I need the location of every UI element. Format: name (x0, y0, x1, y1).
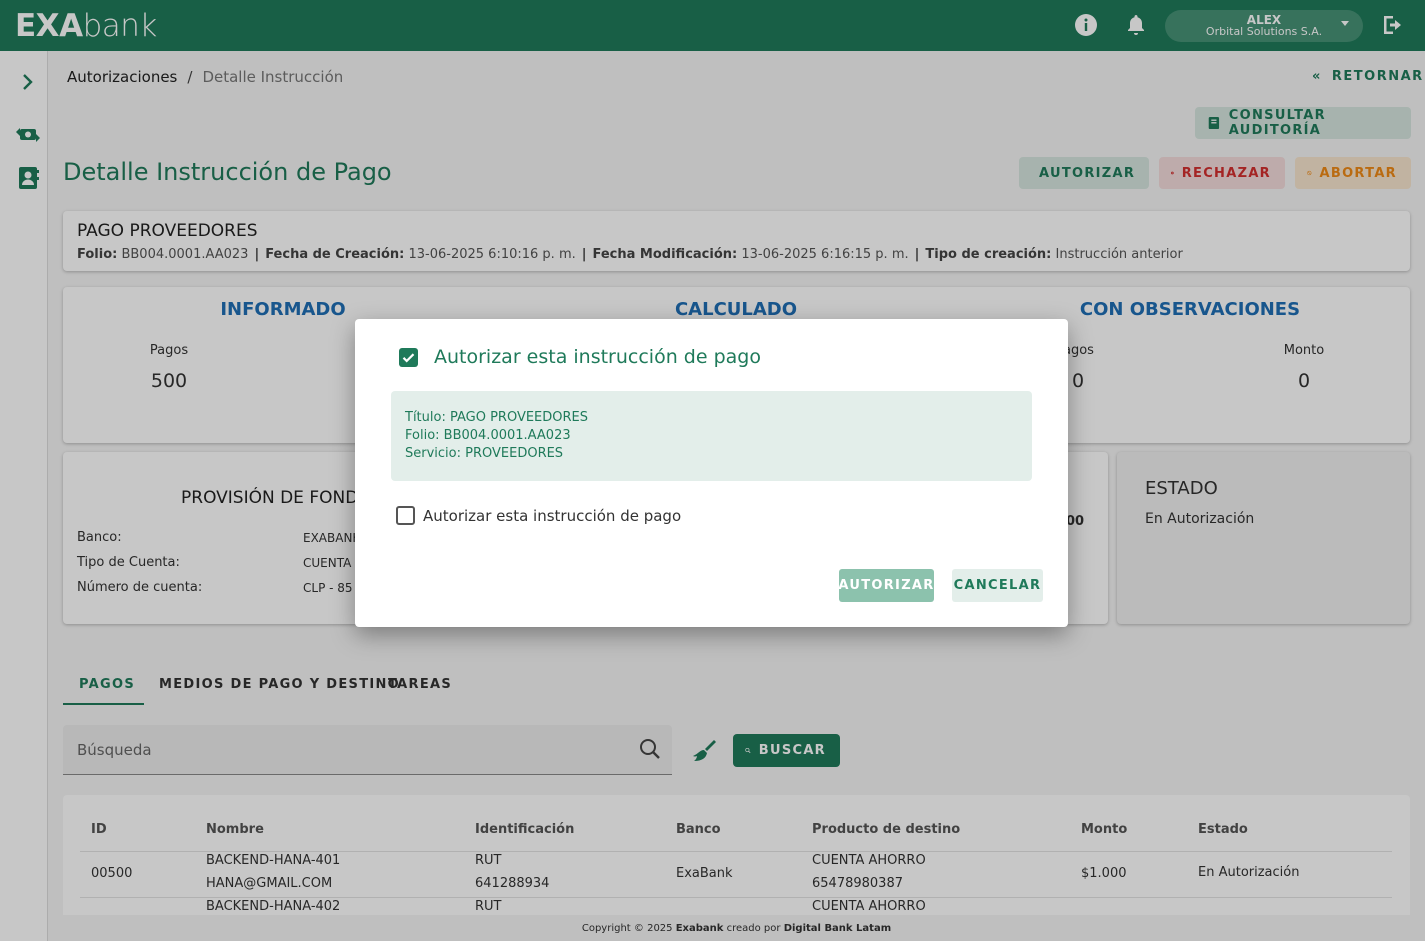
summary-folio: Folio: BB004.0001.AA023 (405, 428, 571, 443)
instruction-summary: Título: PAGO PROVEEDORES Folio: BB004.00… (391, 391, 1032, 481)
dialog-cancelar-button[interactable]: CANCELAR (952, 569, 1043, 602)
confirm-checkbox[interactable] (396, 506, 415, 525)
summary-servicio: Servicio: PROVEEDORES (405, 446, 564, 461)
dialog-autorizar-button[interactable]: AUTORIZAR (838, 569, 934, 602)
authorize-dialog: Autorizar esta instrucción de pago Títul… (355, 319, 1068, 627)
dialog-title: Autorizar esta instrucción de pago (434, 346, 761, 368)
summary-titulo: Título: PAGO PROVEEDORES (405, 410, 589, 425)
confirm-checkbox-label[interactable]: Autorizar esta instrucción de pago (423, 507, 681, 525)
checkbox-checked-icon (399, 348, 418, 367)
